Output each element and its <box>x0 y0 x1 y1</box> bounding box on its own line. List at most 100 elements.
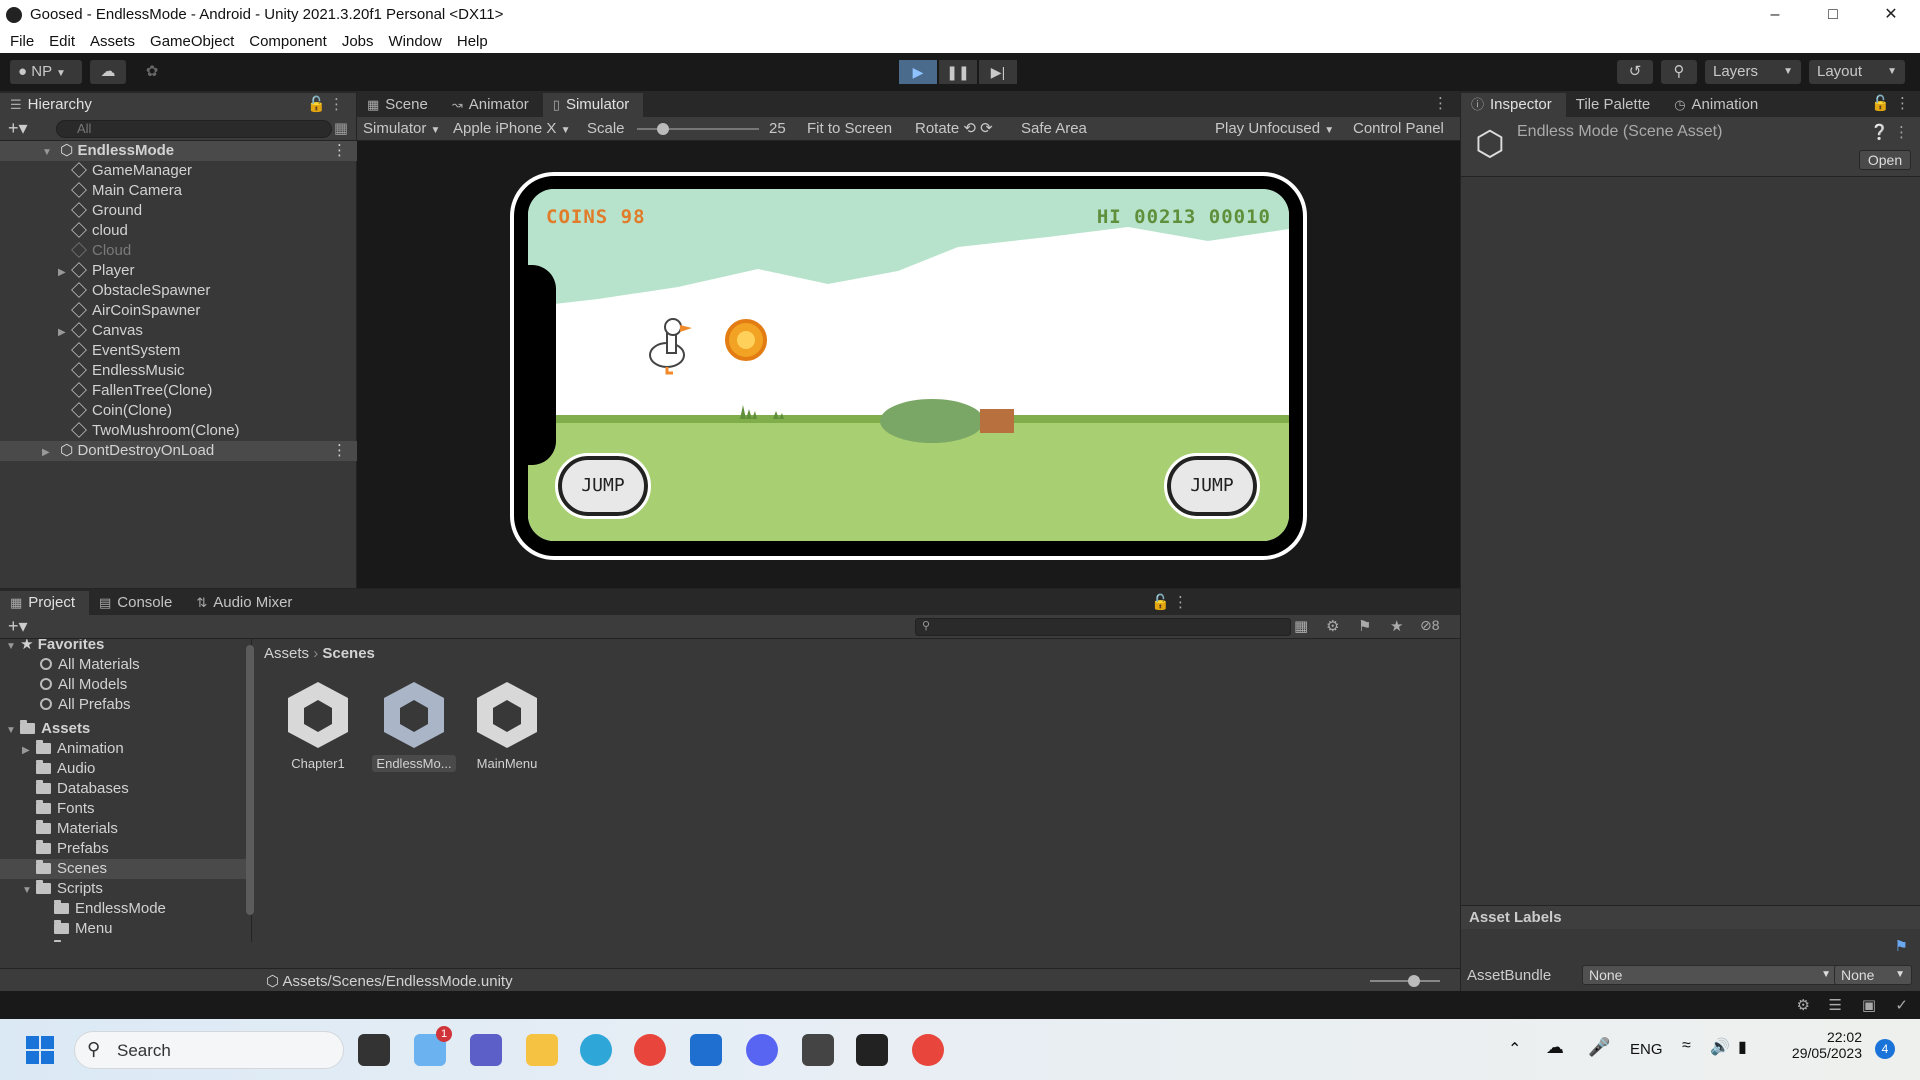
more-icon[interactable]: ⋮ <box>332 141 347 161</box>
menu-jobs[interactable]: Jobs <box>336 33 383 50</box>
rotate-right-icon[interactable]: ⟳ <box>980 120 993 137</box>
cloud-icon[interactable]: ☁ <box>90 60 126 84</box>
search-by-type-icon[interactable]: ▦ <box>1294 617 1308 635</box>
battery-icon[interactable]: ▮ <box>1738 1037 1747 1057</box>
play-mode-dropdown[interactable]: Play Unfocused ▼ <box>1215 117 1334 141</box>
project-folder-item[interactable]: Audio <box>0 759 251 779</box>
breadcrumb-scenes[interactable]: Scenes <box>322 645 375 662</box>
add-icon[interactable]: +▾ <box>8 615 28 637</box>
hierarchy-item[interactable]: Coin(Clone) <box>0 401 357 421</box>
task-view-icon[interactable] <box>358 1034 390 1066</box>
step-button[interactable]: ▶| <box>979 60 1017 84</box>
hierarchy-item[interactable]: EndlessMusic <box>0 361 357 381</box>
filter-type-icon[interactable]: ⚙ <box>1326 617 1339 635</box>
discord-icon[interactable] <box>746 1034 778 1066</box>
more-icon[interactable]: ⋮ <box>1895 94 1910 112</box>
favorite-star-icon[interactable]: ★ <box>1390 617 1403 635</box>
hierarchy-item[interactable]: ▶ Canvas <box>0 321 357 341</box>
tree-scrollbar[interactable] <box>246 645 254 915</box>
safe-area-toggle[interactable]: Safe Area <box>1021 117 1087 141</box>
tab-animation[interactable]: ◷ Animation <box>1664 93 1772 117</box>
wifi-icon[interactable]: ≈ <box>1682 1037 1691 1055</box>
tab-scene[interactable]: ▦ Scene <box>357 93 442 117</box>
menu-component[interactable]: Component <box>243 33 336 50</box>
microphone-icon[interactable]: 🎤 <box>1588 1037 1610 1058</box>
file-explorer-icon[interactable] <box>526 1034 558 1066</box>
hierarchy-item[interactable]: Ground <box>0 201 357 221</box>
assets-root-row[interactable]: ▼ Assets <box>6 719 90 739</box>
simulator-mode-dropdown[interactable]: Simulator ▼ <box>363 117 440 141</box>
project-folder-item[interactable]: Databases <box>0 779 251 799</box>
chevron-right-icon[interactable]: ▶ <box>58 323 72 343</box>
more-icon[interactable]: ⋮ <box>1173 593 1188 611</box>
icon-size-slider-handle[interactable] <box>1408 975 1420 987</box>
project-folder-item[interactable]: Prefabs <box>0 839 251 859</box>
tab-console[interactable]: ▤ Console <box>89 591 186 615</box>
chevron-right-icon[interactable]: ▶ <box>40 941 54 942</box>
assetbundle-dropdown[interactable]: None ▼ <box>1582 965 1838 985</box>
tab-inspector[interactable]: ⓘ Inspector <box>1461 93 1566 117</box>
minimize-button[interactable]: – <box>1746 0 1804 29</box>
check-circle-icon[interactable]: ✓ <box>1895 996 1908 1014</box>
menu-assets[interactable]: Assets <box>84 33 144 50</box>
tab-simulator[interactable]: ▯ Simulator <box>542 93 644 117</box>
jump-left-button[interactable]: JUMP <box>555 453 651 519</box>
more-icon[interactable]: ⋮ <box>1433 94 1448 112</box>
favorites-row[interactable]: ▼ ★ Favorites <box>6 639 104 655</box>
windows-start-icon[interactable] <box>24 1034 56 1066</box>
breadcrumb-assets[interactable]: Assets <box>264 645 309 662</box>
layout-dropdown[interactable]: Layout ▼ <box>1809 60 1905 84</box>
lock-icon[interactable]: 🔓 <box>307 93 326 117</box>
chevron-up-icon[interactable]: ⌃ <box>1508 1039 1521 1059</box>
hierarchy-item[interactable]: ▶ Player <box>0 261 357 281</box>
favorite-item[interactable]: All Models <box>40 675 127 695</box>
favorite-item[interactable]: All Prefabs <box>40 695 131 715</box>
scene-asset-endlessmode[interactable]: EndlessMo... <box>369 680 459 772</box>
onedrive-cloud-icon[interactable]: ☁ <box>1546 1037 1564 1058</box>
hidden-packages-toggle[interactable]: ⊘8 <box>1420 617 1440 634</box>
play-button[interactable]: ▶ <box>899 60 937 84</box>
hierarchy-item[interactable]: Cloud <box>0 241 357 261</box>
chevron-right-icon[interactable]: ▶ <box>22 741 36 761</box>
unity-hub-icon[interactable] <box>802 1034 834 1066</box>
menu-gameobject[interactable]: GameObject <box>144 33 243 50</box>
lock-icon[interactable]: 🔓 <box>1151 593 1170 611</box>
project-folder-item[interactable]: Fonts <box>0 799 251 819</box>
tab-hierarchy[interactable]: ☰ Hierarchy 🔓 ⋮ <box>0 93 356 117</box>
clock[interactable]: 22:02 29/05/2023 <box>1780 1029 1862 1061</box>
taskbar-search[interactable]: ⚲ Search <box>74 1031 344 1069</box>
collab-icon[interactable]: ✿ <box>134 60 170 84</box>
hierarchy-item[interactable]: TwoMushroom(Clone) <box>0 421 357 441</box>
debug-icon[interactable]: ⚙ <box>1797 996 1810 1014</box>
unity-editor-icon[interactable] <box>856 1034 888 1066</box>
hierarchy-dontdestroy-row[interactable]: ▶ ⬡ DontDestroyOnLoad ⋮ <box>0 441 357 461</box>
maximize-button[interactable]: □ <box>1804 0 1862 29</box>
store-icon[interactable] <box>690 1034 722 1066</box>
hierarchy-item[interactable]: AirCoinSpawner <box>0 301 357 321</box>
variant-dropdown[interactable]: None ▼ <box>1834 965 1912 985</box>
project-folder-item[interactable]: ▶ StoryMode <box>0 939 251 942</box>
tab-tile-palette[interactable]: Tile Palette <box>1566 93 1664 117</box>
add-icon[interactable]: +▾ <box>8 117 28 139</box>
device-dropdown[interactable]: Apple iPhone X ▼ <box>453 117 571 141</box>
more-icon[interactable]: ⋮ <box>1894 123 1909 141</box>
scene-asset-chapter1[interactable]: Chapter1 <box>273 680 363 771</box>
lock-icon[interactable]: 🔓 <box>1871 94 1890 112</box>
menu-help[interactable]: Help <box>451 33 497 50</box>
account-dropdown[interactable]: ● NP ▼ <box>10 60 82 84</box>
scale-slider-handle[interactable] <box>657 123 669 135</box>
rotate-left-icon[interactable]: ⟲ <box>963 120 976 137</box>
edge-icon[interactable] <box>580 1034 612 1066</box>
project-folder-item[interactable]: Scenes <box>0 859 251 879</box>
search-icon[interactable]: ⚲ <box>1661 60 1697 84</box>
hierarchy-item[interactable]: cloud <box>0 221 357 241</box>
search-options-icon[interactable]: ▦ <box>334 119 348 137</box>
game-view[interactable]: COINS 98 HI 00213 00010 JUMP JUMP <box>528 189 1289 541</box>
teams-icon[interactable] <box>470 1034 502 1066</box>
hierarchy-item[interactable]: FallenTree(Clone) <box>0 381 357 401</box>
pause-button[interactable]: ❚❚ <box>939 60 977 84</box>
chevron-right-icon[interactable]: ▶ <box>58 263 72 283</box>
more-icon[interactable]: ⋮ <box>332 441 347 461</box>
history-icon[interactable]: ↺ <box>1617 60 1653 84</box>
hierarchy-item[interactable]: EventSystem <box>0 341 357 361</box>
